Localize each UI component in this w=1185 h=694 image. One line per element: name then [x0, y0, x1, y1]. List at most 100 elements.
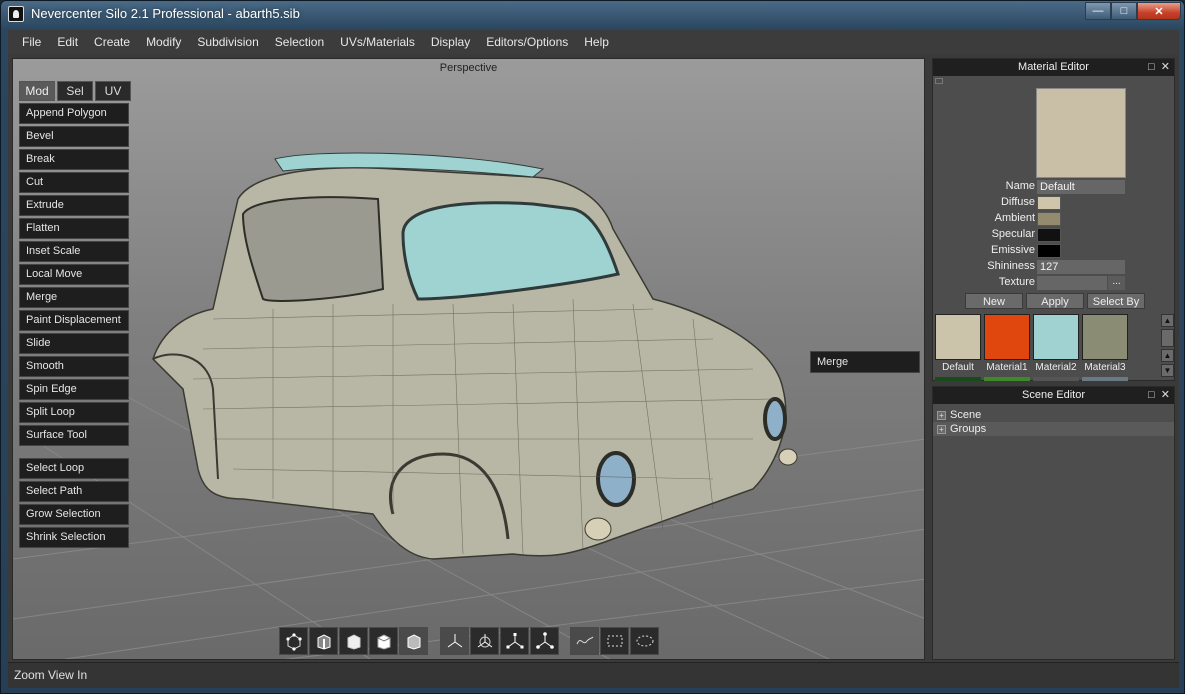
menu-edit[interactable]: Edit	[49, 30, 86, 55]
scroll-up-icon[interactable]: ▲	[1161, 349, 1174, 362]
expand-icon[interactable]: +	[937, 410, 946, 420]
close-panel-icon[interactable]: ✕	[1161, 61, 1170, 73]
material-editor-header: Material Editor □ ✕	[933, 59, 1174, 76]
close-button[interactable]: ✕	[1137, 2, 1181, 20]
tab-uv[interactable]: UV	[95, 81, 131, 101]
cut-button[interactable]: Cut	[19, 172, 129, 193]
select-loop-button[interactable]: Select Loop	[19, 458, 129, 479]
float-panel-icon[interactable]: □	[1148, 61, 1155, 73]
ambient-swatch[interactable]	[1037, 212, 1061, 226]
material-tile[interactable]: Material1	[984, 314, 1030, 373]
prop-diffuse: Diffuse	[933, 195, 1176, 211]
surface-tool-button[interactable]: Surface Tool	[19, 425, 129, 446]
material-tile[interactable]: Material2	[1033, 314, 1079, 373]
paint-displacement-button[interactable]: Paint Displacement	[19, 310, 129, 331]
tab-sel[interactable]: Sel	[57, 81, 93, 101]
material-tile[interactable]: Material3	[1082, 314, 1128, 373]
inset-scale-button[interactable]: Inset Scale	[19, 241, 129, 262]
scale-manipulator-icon[interactable]	[500, 627, 529, 655]
local-move-button[interactable]: Local Move	[19, 264, 129, 285]
prop-texture: Texture ...	[933, 275, 1176, 291]
material-editor-panel: Material Editor □ ✕ Name Default Diffuse…	[932, 58, 1175, 381]
rect-select-icon[interactable]	[600, 627, 629, 655]
grow-selection-button[interactable]: Grow Selection	[19, 504, 129, 525]
move-manipulator-icon[interactable]	[440, 627, 469, 655]
app-window: Nevercenter Silo 2.1 Professional - abar…	[0, 0, 1185, 694]
material-strip[interactable]	[935, 377, 981, 381]
select-type-toolbar	[570, 627, 659, 655]
menu-modify[interactable]: Modify	[138, 30, 189, 55]
merge-popup-button[interactable]: Merge	[810, 351, 920, 373]
collapse-icon[interactable]	[935, 78, 943, 84]
material-strip[interactable]	[1082, 377, 1128, 381]
flatten-button[interactable]: Flatten	[19, 218, 129, 239]
select-path-button[interactable]: Select Path	[19, 481, 129, 502]
perspective-viewport[interactable]: Perspective Mod Sel UV Append Polygon Be…	[12, 58, 925, 660]
float-panel-icon[interactable]: □	[1148, 389, 1155, 401]
edge-mode-icon[interactable]	[309, 627, 338, 655]
tree-item-groups[interactable]: + Groups	[933, 422, 1174, 436]
universal-manipulator-icon[interactable]	[530, 627, 559, 655]
client-area: File Edit Create Modify Subdivision Sele…	[8, 30, 1179, 688]
rotate-manipulator-icon[interactable]	[470, 627, 499, 655]
texture-browse-button[interactable]: ...	[1108, 276, 1125, 290]
name-field[interactable]: Default	[1037, 180, 1125, 194]
menu-selection[interactable]: Selection	[267, 30, 332, 55]
menu-subdivision[interactable]: Subdivision	[189, 30, 266, 55]
maximize-button[interactable]: □	[1111, 2, 1137, 20]
tree-item-scene[interactable]: + Scene	[933, 408, 1174, 422]
close-panel-icon[interactable]: ✕	[1161, 389, 1170, 401]
material-strip[interactable]	[1033, 377, 1079, 381]
diffuse-swatch[interactable]	[1037, 196, 1061, 210]
spin-edge-button[interactable]: Spin Edge	[19, 379, 129, 400]
material-strip[interactable]	[984, 377, 1030, 381]
status-bar: Zoom View In	[8, 662, 1179, 688]
paint-select-icon[interactable]	[570, 627, 599, 655]
tool-tabs: Mod Sel UV	[19, 81, 131, 101]
expand-icon[interactable]: +	[937, 424, 946, 434]
menu-file[interactable]: File	[14, 30, 49, 55]
prop-name: Name Default	[933, 179, 1176, 195]
lasso-select-icon[interactable]	[630, 627, 659, 655]
material-swatch	[1082, 314, 1128, 360]
scroll-top-icon[interactable]: ▲	[1161, 314, 1174, 327]
tab-mod[interactable]: Mod	[19, 81, 55, 101]
slide-button[interactable]: Slide	[19, 333, 129, 354]
silo-app-icon[interactable]	[8, 6, 24, 22]
merge-button[interactable]: Merge	[19, 287, 129, 308]
face-mode-icon[interactable]	[339, 627, 368, 655]
emissive-swatch[interactable]	[1037, 244, 1061, 258]
specular-swatch[interactable]	[1037, 228, 1061, 242]
material-library-next-row	[935, 377, 1128, 381]
new-material-button[interactable]: New	[965, 293, 1023, 309]
minimize-button[interactable]: —	[1085, 2, 1111, 20]
scroll-thumb[interactable]	[1161, 329, 1174, 347]
menu-create[interactable]: Create	[86, 30, 138, 55]
menu-uvs-materials[interactable]: UVs/Materials	[332, 30, 423, 55]
append-polygon-button[interactable]: Append Polygon	[19, 103, 129, 124]
select-by-material-button[interactable]: Select By	[1087, 293, 1145, 309]
shininess-field[interactable]: 127	[1037, 260, 1125, 274]
vertex-mode-icon[interactable]	[279, 627, 308, 655]
scroll-down-icon[interactable]: ▼	[1161, 364, 1174, 377]
break-button[interactable]: Break	[19, 149, 129, 170]
split-loop-button[interactable]: Split Loop	[19, 402, 129, 423]
material-swatch	[984, 314, 1030, 360]
title-bar[interactable]: Nevercenter Silo 2.1 Professional - abar…	[1, 1, 1185, 27]
scene-editor-header: Scene Editor □ ✕	[933, 387, 1174, 404]
extrude-button[interactable]: Extrude	[19, 195, 129, 216]
material-tile[interactable]: Default	[935, 314, 981, 373]
menu-help[interactable]: Help	[576, 30, 617, 55]
status-text: Zoom View In	[14, 668, 88, 682]
material-preview	[1036, 88, 1126, 178]
apply-material-button[interactable]: Apply	[1026, 293, 1084, 309]
menu-display[interactable]: Display	[423, 30, 478, 55]
bevel-button[interactable]: Bevel	[19, 126, 129, 147]
solid-mode-icon[interactable]	[399, 627, 428, 655]
menu-editors-options[interactable]: Editors/Options	[478, 30, 576, 55]
texture-field[interactable]	[1037, 276, 1107, 290]
smooth-button[interactable]: Smooth	[19, 356, 129, 377]
car-model	[152, 152, 798, 560]
object-mode-icon[interactable]	[369, 627, 398, 655]
shrink-selection-button[interactable]: Shrink Selection	[19, 527, 129, 548]
